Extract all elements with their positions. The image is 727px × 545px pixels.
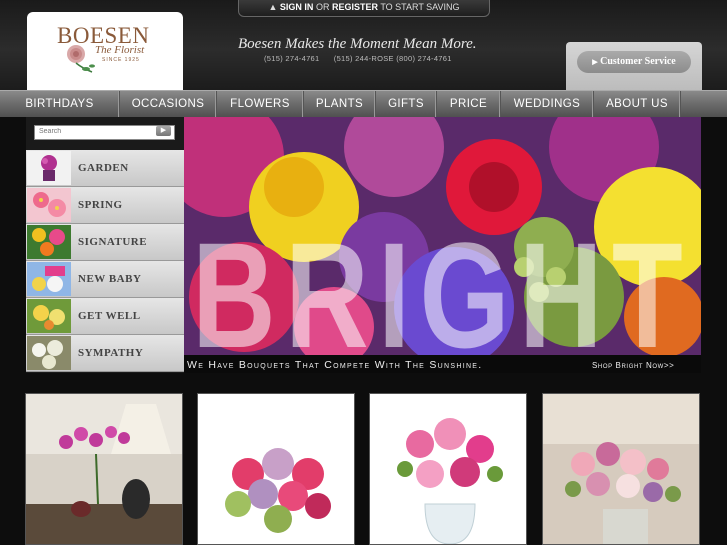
customer-service-button[interactable]: ▶ Customer Service bbox=[577, 51, 691, 73]
signin-bar: ▲ SIGN IN OR REGISTER TO START SAVING bbox=[238, 0, 490, 17]
product-card-roses[interactable] bbox=[197, 393, 355, 545]
product-card-garden-bouquet[interactable] bbox=[542, 393, 700, 545]
signature-thumbnail bbox=[27, 225, 71, 259]
nav-item-about-us[interactable]: ABOUT US bbox=[594, 91, 681, 117]
nav-item-price[interactable]: PRICE bbox=[437, 91, 501, 117]
spring-thumbnail bbox=[27, 188, 71, 222]
sidebar-item-garden[interactable]: GARDEN bbox=[26, 150, 184, 187]
hero-headline: BRIGHT bbox=[192, 211, 692, 355]
sidebar-item-label: GET WELL bbox=[78, 310, 141, 322]
nav-item-flowers[interactable]: FLOWERS bbox=[217, 91, 304, 117]
sidebar-item-label: GARDEN bbox=[78, 162, 129, 174]
garden-thumbnail bbox=[27, 151, 71, 185]
roses-bouquet-image bbox=[198, 394, 354, 544]
customer-service-label: Customer Service bbox=[600, 56, 676, 67]
product-card-lilies[interactable] bbox=[369, 393, 527, 545]
nav-item-occasions[interactable]: OCCASIONS bbox=[120, 91, 217, 117]
garden-bouquet-image bbox=[543, 394, 699, 544]
start-saving-text: TO START SAVING bbox=[380, 2, 460, 12]
search-button[interactable]: ▶ bbox=[156, 126, 171, 136]
search-input[interactable] bbox=[36, 126, 154, 137]
tagline: Boesen Makes the Moment Mean More. bbox=[238, 36, 477, 52]
orchid-image bbox=[26, 394, 182, 544]
main-nav: BIRTHDAYS OCCASIONS FLOWERS PLANTS GIFTS… bbox=[0, 90, 727, 117]
sidebar-item-spring[interactable]: SPRING bbox=[26, 187, 184, 224]
new-baby-thumbnail bbox=[27, 262, 71, 296]
get-well-thumbnail bbox=[27, 299, 71, 333]
product-card-orchid[interactable] bbox=[25, 393, 183, 545]
shop-bright-link[interactable]: Shop Bright Now>> bbox=[592, 361, 674, 370]
hero-banner[interactable]: BRIGHT bbox=[184, 117, 701, 355]
logo-since: SINCE 1925 bbox=[102, 57, 140, 63]
nav-item-plants[interactable]: PLANTS bbox=[304, 91, 376, 117]
nav-item-birthdays[interactable]: BIRTHDAYS bbox=[0, 91, 120, 117]
sidebar-item-signature[interactable]: SIGNATURE bbox=[26, 224, 184, 261]
hero-caption: We Have Bouquets That Compete With The S… bbox=[187, 359, 483, 371]
play-arrow-icon: ▶ bbox=[592, 58, 598, 66]
sidebar-item-label: SYMPATHY bbox=[78, 347, 144, 359]
register-link[interactable]: REGISTER bbox=[332, 2, 378, 12]
lilies-bouquet-image bbox=[370, 394, 526, 544]
sign-in-link[interactable]: SIGN IN bbox=[280, 2, 314, 12]
nav-item-weddings[interactable]: WEDDINGS bbox=[501, 91, 594, 117]
sidebar-item-get-well[interactable]: GET WELL bbox=[26, 298, 184, 335]
logo-subtitle: The Florist bbox=[95, 44, 145, 56]
up-arrow-icon: ▲ bbox=[268, 2, 278, 12]
sidebar-item-new-baby[interactable]: NEW BABY bbox=[26, 261, 184, 298]
search-arrow-icon: ▶ bbox=[160, 127, 167, 134]
nav-item-gifts[interactable]: GIFTS bbox=[376, 91, 437, 117]
sidebar-item-label: SPRING bbox=[78, 199, 123, 211]
sidebar-item-sympathy[interactable]: SYMPATHY bbox=[26, 335, 184, 372]
phone-numbers: (515) 274-4761 (515) 244-ROSE (800) 274-… bbox=[264, 54, 452, 63]
sympathy-thumbnail bbox=[27, 336, 71, 370]
or-text: OR bbox=[315, 2, 330, 12]
hero-flowers-image: BRIGHT bbox=[184, 117, 701, 355]
sidebar-item-label: SIGNATURE bbox=[78, 236, 148, 248]
sidebar-item-label: NEW BABY bbox=[78, 273, 142, 285]
